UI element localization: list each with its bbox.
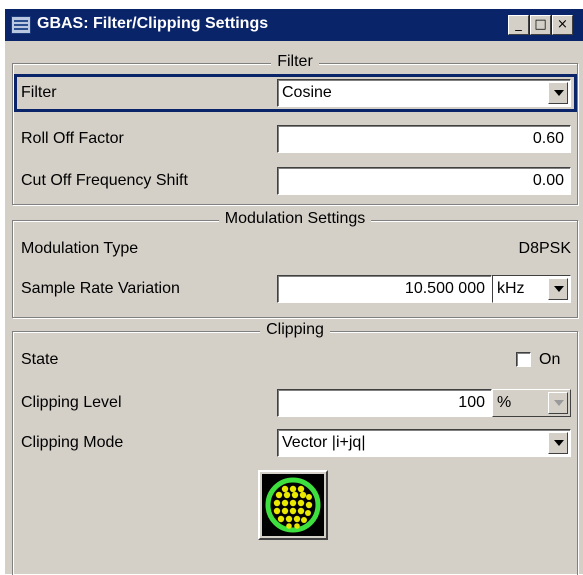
app-icon (11, 16, 31, 34)
modulation-type-label: Modulation Type (21, 240, 139, 257)
clipping-level-input[interactable]: 100 (277, 389, 492, 417)
sample-rate-unit: kHz (497, 280, 525, 297)
clipping-mode-value: Vector |i+jq| (282, 434, 366, 451)
roll-off-label: Roll Off Factor (21, 130, 124, 147)
dialog-window: GBAS: Filter/Clipping Settings _ □ × Fil… (4, 8, 583, 575)
chevron-down-icon (548, 392, 568, 414)
filter-label: Filter (21, 84, 57, 101)
clipping-mode-select[interactable]: Vector |i+jq| (277, 429, 571, 457)
cut-off-label: Cut Off Frequency Shift (21, 172, 188, 189)
window-title: GBAS: Filter/Clipping Settings (37, 15, 269, 32)
title-bar[interactable]: GBAS: Filter/Clipping Settings _ □ × (5, 9, 583, 41)
modulation-type-value: D8PSK (518, 240, 571, 257)
filter-select-value: Cosine (282, 84, 332, 101)
cut-off-input[interactable]: 0.00 (277, 167, 571, 195)
clipping-level-unit-select: % (492, 389, 571, 417)
clipping-group-title: Clipping (260, 321, 330, 338)
constellation-icon (262, 474, 324, 536)
clipping-mode-label: Clipping Mode (21, 434, 124, 451)
clipping-level-label: Clipping Level (21, 394, 122, 411)
sample-rate-input[interactable]: 10.500 000 (277, 275, 492, 303)
state-checkbox[interactable] (516, 352, 531, 367)
clipping-level-unit: % (497, 394, 512, 411)
sample-rate-unit-select[interactable]: kHz (492, 275, 571, 303)
minimize-button[interactable]: _ (508, 15, 529, 35)
modulation-group-title: Modulation Settings (218, 210, 372, 227)
roll-off-input[interactable]: 0.60 (277, 125, 571, 153)
state-checkbox-label: On (539, 351, 561, 368)
state-label: State (21, 351, 59, 368)
filter-group-title: Filter (271, 53, 319, 70)
restore-button[interactable]: □ (530, 15, 551, 35)
chevron-down-icon[interactable] (548, 432, 568, 454)
constellation-button[interactable] (258, 470, 328, 540)
chevron-down-icon[interactable] (548, 82, 568, 104)
filter-select[interactable]: Cosine (277, 79, 571, 107)
chevron-down-icon[interactable] (548, 278, 568, 300)
sample-rate-label: Sample Rate Variation (21, 280, 180, 297)
close-button[interactable]: × (552, 15, 573, 35)
